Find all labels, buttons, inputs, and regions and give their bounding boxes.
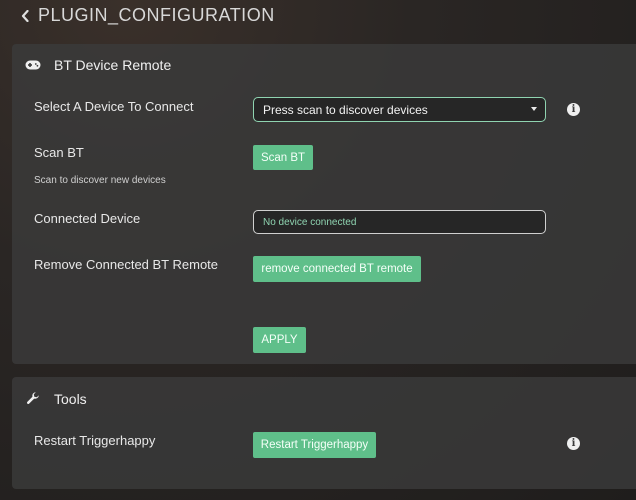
connected-device-field: No device connected — [253, 210, 546, 234]
back-icon[interactable] — [18, 8, 32, 24]
device-select[interactable]: Press scan to discover devices — [253, 97, 546, 122]
scan-bt-button[interactable]: Scan BT — [253, 145, 313, 170]
select-device-label: Select A Device To Connect — [34, 99, 194, 114]
panel-title: Tools — [54, 391, 87, 407]
apply-button[interactable]: APPLY — [253, 327, 306, 353]
tools-panel: Tools Restart Triggerhappy Restart Trigg… — [12, 377, 636, 489]
wrench-icon — [24, 392, 42, 406]
info-icon[interactable]: i — [567, 437, 580, 450]
page-title: PLUGIN_CONFIGURATION — [38, 5, 275, 25]
top-bar: PLUGIN_CONFIGURATION — [0, 0, 636, 32]
chevron-down-icon — [531, 107, 537, 111]
bt-device-remote-panel: BT Device Remote Select A Device To Conn… — [12, 44, 636, 364]
remove-remote-button[interactable]: remove connected BT remote — [253, 256, 421, 282]
info-icon[interactable]: i — [567, 103, 580, 116]
remove-remote-label: Remove Connected BT Remote — [34, 257, 219, 272]
panel-header: Tools — [24, 391, 87, 407]
panel-title: BT Device Remote — [54, 57, 172, 73]
gamepad-icon — [24, 58, 42, 72]
device-select-value: Press scan to discover devices — [263, 102, 428, 117]
panel-header: BT Device Remote — [24, 57, 171, 73]
scan-bt-description: Scan to discover new devices — [34, 175, 166, 186]
connected-device-label: Connected Device — [34, 211, 141, 226]
scan-bt-label: Scan BT — [34, 145, 84, 160]
restart-triggerhappy-label: Restart Triggerhappy — [34, 433, 156, 448]
connected-device-value: No device connected — [263, 216, 357, 228]
restart-triggerhappy-button[interactable]: Restart Triggerhappy — [253, 432, 376, 458]
